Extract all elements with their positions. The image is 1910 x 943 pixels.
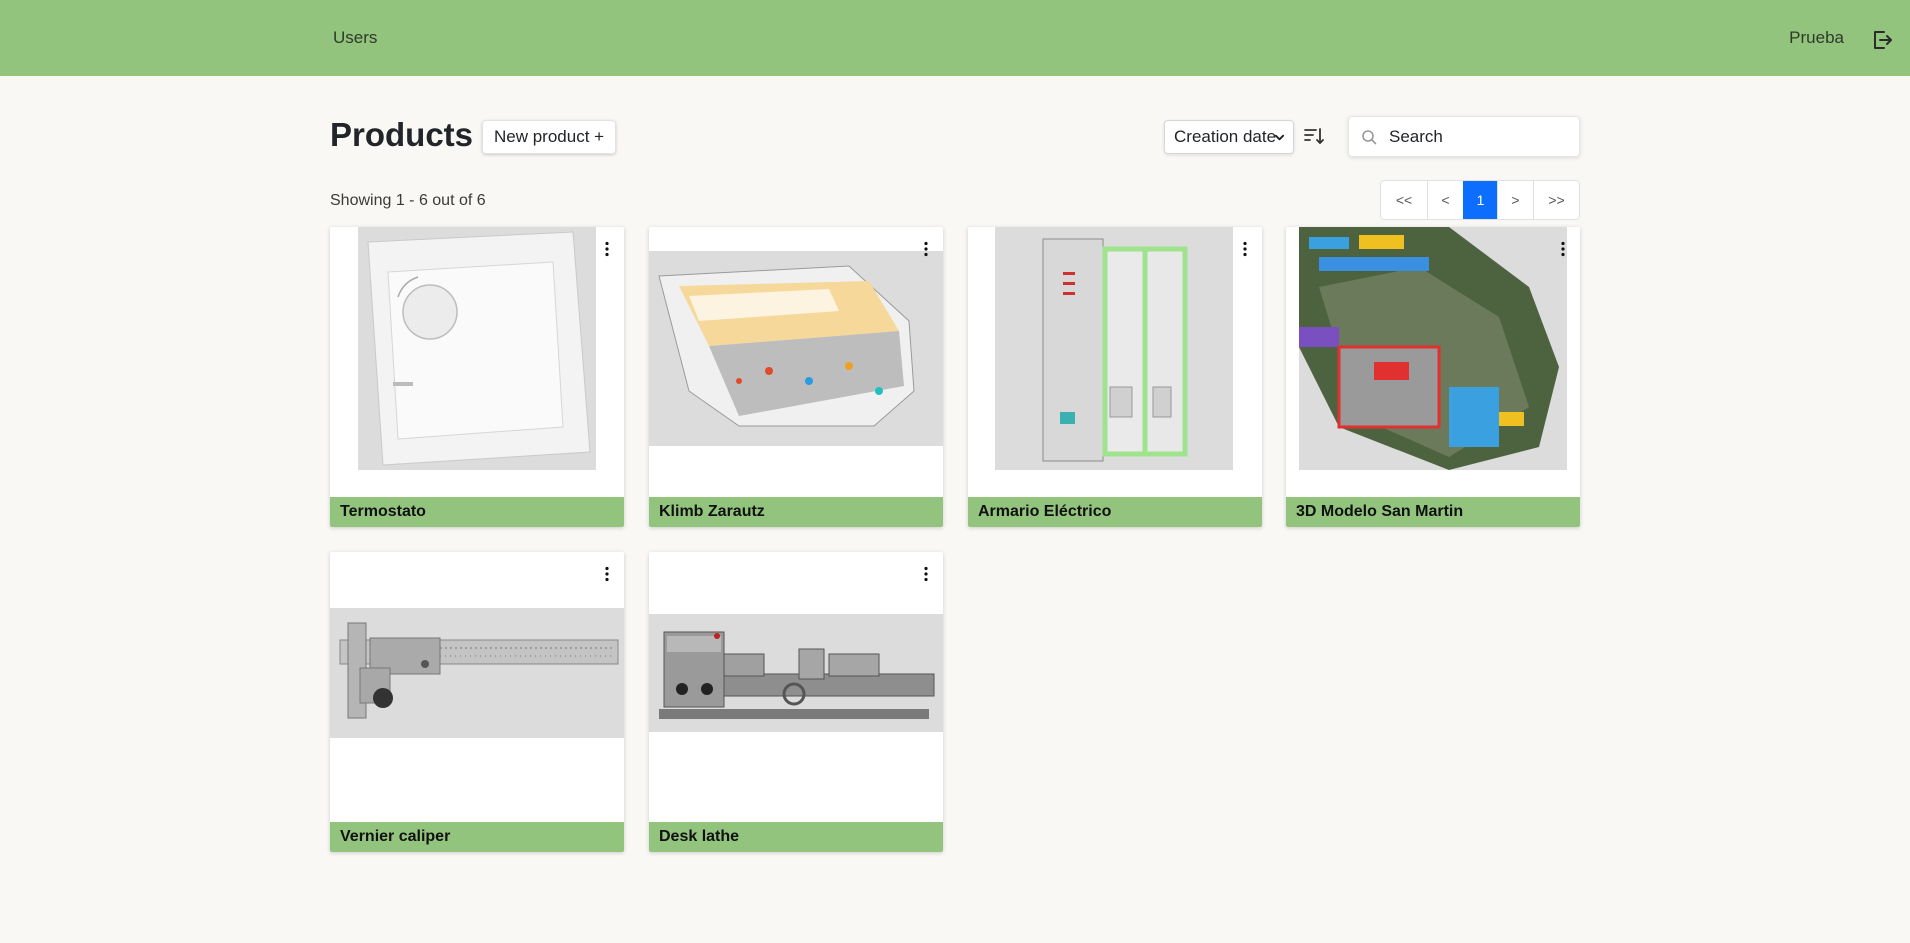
more-options-icon[interactable] [923,566,929,582]
search-box [1348,116,1580,157]
more-options-icon[interactable] [604,566,610,582]
page-next-button[interactable]: > [1497,181,1533,219]
product-name: Vernier caliper [330,822,624,852]
product-card[interactable]: Desk lathe [649,552,943,852]
chevron-down-icon [1274,134,1285,141]
search-icon [1362,130,1377,145]
product-name: 3D Modelo San Martin [1286,497,1580,527]
nav-link-users[interactable]: Users [333,28,377,48]
product-thumbnail [1299,227,1567,470]
product-name: Termostato [330,497,624,527]
product-thumbnail [330,608,624,738]
new-product-button[interactable]: New product + [482,120,617,154]
product-card[interactable]: Vernier caliper [330,552,624,852]
page-title: Products [330,116,474,153]
page-current-button[interactable]: 1 [1463,181,1497,219]
product-thumbnail [649,251,943,446]
search-input[interactable] [1389,117,1574,156]
more-options-icon[interactable] [1242,241,1248,257]
page-last-button[interactable]: >> [1533,181,1579,219]
product-name: Desk lathe [649,822,943,852]
results-count: Showing 1 - 6 out of 6 [330,192,486,209]
more-options-icon[interactable] [1560,241,1566,257]
product-thumbnail [649,614,943,732]
product-name: Armario Eléctrico [968,497,1262,527]
product-card[interactable]: 3D Modelo San Martin [1286,227,1580,527]
page-prev-button[interactable]: < [1427,181,1463,219]
sort-select-value: Creation date [1174,127,1277,146]
product-card[interactable]: Klimb Zarautz [649,227,943,527]
sort-select[interactable]: Creation date [1164,120,1294,154]
product-thumbnail [358,227,596,470]
product-card[interactable]: Armario Eléctrico [968,227,1262,527]
current-username: Prueba [1789,28,1844,47]
logout-icon[interactable] [1870,28,1894,52]
top-navbar: Users Prueba [0,0,1910,76]
product-card[interactable]: Termostato [330,227,624,527]
product-name: Klimb Zarautz [649,497,943,527]
more-options-icon[interactable] [604,241,610,257]
page-first-button[interactable]: << [1381,181,1427,219]
sort-descending-icon[interactable] [1302,124,1326,148]
pagination: << < 1 > >> [1380,180,1580,220]
more-options-icon[interactable] [923,241,929,257]
product-thumbnail [995,227,1233,470]
